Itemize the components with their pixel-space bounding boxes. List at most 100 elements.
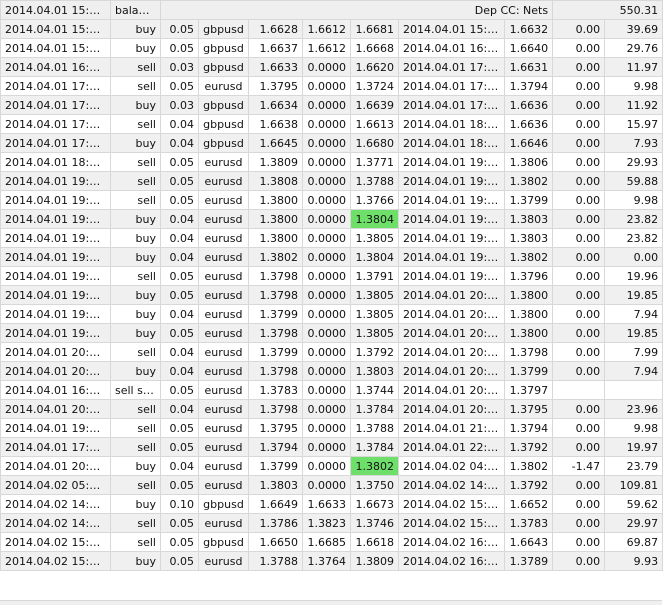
commission-cell: 0.00 bbox=[552, 399, 606, 419]
trade-row[interactable]: 2014.04.01 17:52:05 sell 0.04 gbpusd 1.6638 0… bbox=[0, 114, 664, 134]
profit-cell: 39.69 bbox=[604, 19, 664, 39]
close-price-cell: 1.6636 bbox=[503, 114, 554, 134]
commission-cell: 0.00 bbox=[552, 361, 606, 381]
open-price-cell: 1.3802 bbox=[248, 247, 303, 267]
take-profit-cell: 1.6673 bbox=[350, 494, 399, 514]
trade-row[interactable]: 2014.04.01 19:20:34 buy 0.04 eurusd 1.3800 0.… bbox=[0, 209, 664, 229]
type-cell: sell bbox=[110, 266, 161, 286]
trade-row[interactable]: 2014.04.01 16:45:32 sell st... 0.05 eurusd 1… bbox=[0, 380, 664, 400]
trade-row[interactable]: 2014.04.01 19:08:15 sell 0.05 eurusd 1.3808 0… bbox=[0, 171, 664, 191]
close-price-cell: 1.3802 bbox=[503, 171, 554, 191]
take-profit-cell: 1.3805 bbox=[350, 304, 399, 324]
close-time-cell: 2014.04.02 04:44:56 bbox=[398, 456, 505, 476]
trade-row[interactable]: 2014.04.01 17:45:43 buy 0.04 gbpusd 1.6645 0.… bbox=[0, 133, 664, 153]
trade-row[interactable]: 2014.04.01 15:54:38 buy 0.05 gbpusd 1.6637 1.… bbox=[0, 38, 664, 58]
trade-row[interactable]: 2014.04.01 19:21:29 buy 0.04 eurusd 1.3800 0.… bbox=[0, 228, 664, 248]
trade-row[interactable]: 2014.04.01 17:31:09 sell 0.05 eurusd 1.3795 0… bbox=[0, 76, 664, 96]
type-cell: buy bbox=[110, 38, 161, 58]
take-profit-cell: 1.3746 bbox=[350, 513, 399, 533]
take-profit-cell: 1.6620 bbox=[350, 57, 399, 77]
type-cell: sell bbox=[110, 399, 161, 419]
trade-row[interactable]: 2014.04.02 14:29:29 sell 0.05 eurusd 1.3786 1… bbox=[0, 513, 664, 533]
symbol-cell: eurusd bbox=[198, 285, 249, 305]
trade-row[interactable]: 2014.04.01 16:14:55 sell 0.03 gbpusd 1.6633 0… bbox=[0, 57, 664, 77]
profit-cell: 7.94 bbox=[604, 361, 664, 381]
open-time-cell: 2014.04.01 19:41:58 bbox=[0, 304, 111, 324]
trade-row[interactable]: 2014.04.02 05:45:43 sell 0.05 eurusd 1.3803 0… bbox=[0, 475, 664, 495]
open-time-cell: 2014.04.01 19:14:05 bbox=[0, 247, 111, 267]
open-time-cell: 2014.04.01 19:52:32 bbox=[0, 323, 111, 343]
close-time-cell: 2014.04.01 19:24:58 bbox=[398, 209, 505, 229]
open-time-cell: 2014.04.01 20:21:11 bbox=[0, 456, 111, 476]
trade-row[interactable]: 2014.04.01 20:13:14 sell 0.04 eurusd 1.3798 0… bbox=[0, 399, 664, 419]
close-time-cell: 2014.04.01 20:56:26 bbox=[398, 399, 505, 419]
open-time-cell: 2014.04.01 19:20:19 bbox=[0, 266, 111, 286]
trade-row[interactable]: 2014.04.01 19:46:04 sell 0.05 eurusd 1.3795 0… bbox=[0, 418, 664, 438]
close-time-cell: 2014.04.01 20:15:57 bbox=[398, 380, 505, 400]
trade-row[interactable]: 2014.04.01 17:29:36 buy 0.03 gbpusd 1.6634 0.… bbox=[0, 95, 664, 115]
trade-row[interactable]: 2014.04.02 15:28:07 buy 0.05 eurusd 1.3788 1.… bbox=[0, 551, 664, 571]
size-cell: 0.03 bbox=[160, 95, 199, 115]
profit-cell: 9.98 bbox=[604, 418, 664, 438]
size-cell: 0.05 bbox=[160, 551, 199, 571]
trade-row[interactable]: 2014.04.01 19:52:53 buy 0.05 eurusd 1.3798 0.… bbox=[0, 285, 664, 305]
type-cell: sell bbox=[110, 513, 161, 533]
type-cell: buy bbox=[110, 209, 161, 229]
trade-row[interactable]: 2014.04.01 20:03:07 sell 0.04 eurusd 1.3799 0… bbox=[0, 342, 664, 362]
balance-row[interactable]: 2014.04.01 15:36:49 balance Dep CC: Nets… bbox=[0, 0, 664, 20]
trade-row[interactable]: 2014.04.02 15:20:51 sell 0.05 gbpusd 1.6650 1… bbox=[0, 532, 664, 552]
commission-cell: 0.00 bbox=[552, 513, 606, 533]
take-profit-cell: 1.3803 bbox=[350, 361, 399, 381]
close-time-cell: 2014.04.01 18:15:33 bbox=[398, 133, 505, 153]
stop-loss-cell: 1.6612 bbox=[302, 19, 351, 39]
close-price-cell: 1.6652 bbox=[503, 494, 554, 514]
symbol-cell: gbpusd bbox=[198, 38, 249, 58]
stop-loss-cell: 1.3764 bbox=[302, 551, 351, 571]
open-time-cell: 2014.04.01 17:45:43 bbox=[0, 133, 111, 153]
trade-row[interactable]: 2014.04.01 19:14:05 buy 0.04 eurusd 1.3802 0.… bbox=[0, 247, 664, 267]
type-cell: buy bbox=[110, 95, 161, 115]
profit-cell: 19.85 bbox=[604, 323, 664, 343]
take-profit-cell: 1.3766 bbox=[350, 190, 399, 210]
trade-row[interactable]: 2014.04.01 19:41:58 buy 0.04 eurusd 1.3799 0.… bbox=[0, 304, 664, 324]
take-profit-cell: 1.6618 bbox=[350, 532, 399, 552]
stop-loss-cell: 0.0000 bbox=[302, 228, 351, 248]
open-price-cell: 1.6637 bbox=[248, 38, 303, 58]
trade-row[interactable]: 2014.04.01 15:41:06 buy 0.05 gbpusd 1.6628 1.… bbox=[0, 19, 664, 39]
stop-loss-cell: 0.0000 bbox=[302, 114, 351, 134]
trade-row[interactable]: 2014.04.01 19:20:19 sell 0.05 eurusd 1.3798 0… bbox=[0, 266, 664, 286]
type-cell: sell st... bbox=[110, 380, 161, 400]
close-time-cell: 2014.04.01 19:19:57 bbox=[398, 190, 505, 210]
close-time-cell: 2014.04.01 20:09:37 bbox=[398, 342, 505, 362]
profit-cell: 69.87 bbox=[604, 532, 664, 552]
commission-cell: 0.00 bbox=[552, 171, 606, 191]
symbol-cell: gbpusd bbox=[198, 133, 249, 153]
take-profit-cell: 1.3788 bbox=[350, 171, 399, 191]
profit-cell bbox=[604, 380, 664, 400]
close-price-cell: 1.3792 bbox=[503, 475, 554, 495]
trade-row[interactable]: 2014.04.01 19:52:32 buy 0.05 eurusd 1.3798 0.… bbox=[0, 323, 664, 343]
symbol-cell: eurusd bbox=[198, 304, 249, 324]
symbol-cell: eurusd bbox=[198, 247, 249, 267]
profit-cell: 7.99 bbox=[604, 342, 664, 362]
trade-row[interactable]: 2014.04.02 14:19:38 buy 0.10 gbpusd 1.6649 1.… bbox=[0, 494, 664, 514]
close-time-cell: 2014.04.02 16:06:04 bbox=[398, 551, 505, 571]
trade-row[interactable]: 2014.04.01 20:21:11 buy 0.04 eurusd 1.3799 0.… bbox=[0, 456, 664, 476]
close-price-cell: 1.3802 bbox=[503, 247, 554, 267]
open-price-cell: 1.3798 bbox=[248, 285, 303, 305]
open-time-cell: 2014.04.01 17:41:10 bbox=[0, 437, 111, 457]
open-time-cell: 2014.04.02 14:19:38 bbox=[0, 494, 111, 514]
trade-row[interactable]: 2014.04.01 19:13:39 sell 0.05 eurusd 1.3800 0… bbox=[0, 190, 664, 210]
close-price-cell: 1.3783 bbox=[503, 513, 554, 533]
size-cell: 0.04 bbox=[160, 399, 199, 419]
trade-row[interactable]: 2014.04.01 17:41:10 sell 0.05 eurusd 1.3794 0… bbox=[0, 437, 664, 457]
type-cell: sell bbox=[110, 171, 161, 191]
type-cell: sell bbox=[110, 475, 161, 495]
trade-row[interactable]: 2014.04.01 20:10:12 buy 0.04 eurusd 1.3798 0.… bbox=[0, 361, 664, 381]
close-price-cell: 1.3789 bbox=[503, 551, 554, 571]
close-price-cell: 1.3803 bbox=[503, 228, 554, 248]
close-price-cell: 1.6643 bbox=[503, 532, 554, 552]
trade-row[interactable]: 2014.04.01 18:23:58 sell 0.05 eurusd 1.3809 0… bbox=[0, 152, 664, 172]
commission-cell: -1.47 bbox=[552, 456, 606, 476]
symbol-cell: eurusd bbox=[198, 228, 249, 248]
